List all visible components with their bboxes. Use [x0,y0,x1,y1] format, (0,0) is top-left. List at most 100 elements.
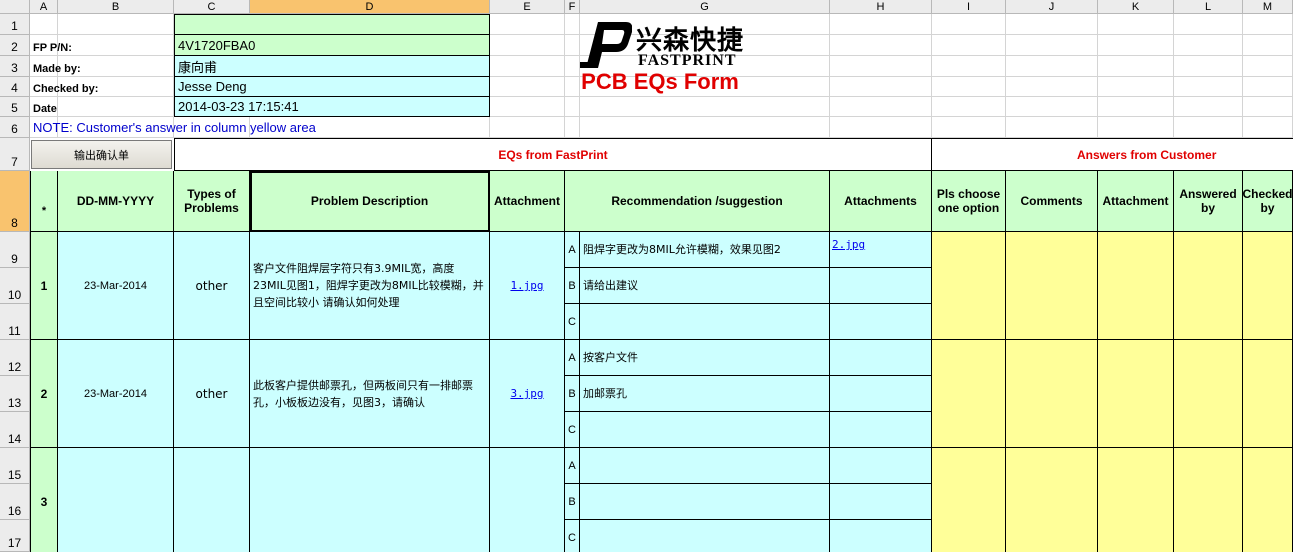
select-all-corner[interactable] [0,0,30,14]
grid-cell[interactable] [490,14,565,35]
column-header-b[interactable]: B [58,0,174,14]
eq-row-2-option-c-text[interactable] [580,412,830,448]
grid-cell[interactable] [1243,97,1293,117]
grid-cell[interactable] [932,77,1006,97]
eq-row-1-option-b-attachment-cell[interactable] [830,268,932,304]
grid-cell[interactable] [565,117,580,138]
row-header-8[interactable]: 8 [0,171,30,232]
eq-row-1-answer-comments[interactable] [1006,232,1098,340]
eq-row-2-option-c-attachment-cell[interactable] [830,412,932,448]
eq-row-2-answer-checked-by[interactable] [1243,340,1293,448]
row-header-9[interactable]: 9 [0,232,30,268]
row-header-12[interactable]: 12 [0,340,30,376]
grid-cell[interactable] [1174,77,1243,97]
eq-row-1-option-b-text[interactable]: 请给出建议 [580,268,830,304]
eq-row-1-option-c-attachment-cell[interactable] [830,304,932,340]
eq-row-1-option-a-attachment-cell[interactable]: 2.jpg [830,232,932,268]
eq-row-1-attachment-cell[interactable]: 1.jpg [490,232,565,340]
eq-row-3-answer-choose-option[interactable] [932,448,1006,552]
column-header-a[interactable]: A [30,0,58,14]
grid-cell[interactable] [1098,97,1174,117]
row-header-4[interactable]: 4 [0,77,30,97]
grid-cell[interactable] [580,97,830,117]
grid-cell[interactable] [1243,14,1293,35]
eq-row-2-answer-comments[interactable] [1006,340,1098,448]
eq-row-1-answer-choose-option[interactable] [932,232,1006,340]
eq-row-2-option-a-attachment-cell[interactable] [830,340,932,376]
grid-cell[interactable] [1174,56,1243,77]
column-header-j[interactable]: J [1006,0,1098,14]
eq-row-2-option-a-text[interactable]: 按客户文件 [580,340,830,376]
row-header-15[interactable]: 15 [0,448,30,484]
grid-cell[interactable] [1243,56,1293,77]
grid-cell[interactable] [830,77,932,97]
grid-cell[interactable] [1098,77,1174,97]
grid-cell[interactable] [1098,117,1174,138]
column-header-c[interactable]: C [174,0,250,14]
row-header-7[interactable]: 7 [0,138,30,171]
grid-cell[interactable] [1006,117,1098,138]
eq-row-1-answer-answered-by[interactable] [1174,232,1243,340]
grid-cell[interactable] [932,35,1006,56]
eq-row-3-option-a-attachment-cell[interactable] [830,448,932,484]
eq-row-2-option-b-attachment-cell[interactable] [830,376,932,412]
eq-row-3-date[interactable] [58,448,174,552]
grid-cell[interactable] [30,14,58,35]
grid-cell[interactable] [1174,14,1243,35]
eq-row-1-problem-description[interactable]: 客户文件阻焊层字符只有3.9MIL宽，高度23MIL见图1，阻焊字更改为8MIL… [250,232,490,340]
grid-cell[interactable] [932,14,1006,35]
eq-row-2-date[interactable]: 23-Mar-2014 [58,340,174,448]
column-header-i[interactable]: I [932,0,1006,14]
grid-cell[interactable] [1243,117,1293,138]
grid-cell[interactable] [1098,35,1174,56]
row-header-5[interactable]: 5 [0,97,30,117]
grid-cell[interactable] [1006,56,1098,77]
eq-row-3-type[interactable] [174,448,250,552]
row-header-1[interactable]: 1 [0,14,30,35]
row-header-2[interactable]: 2 [0,35,30,56]
info-top-cell[interactable] [174,14,490,35]
eq-row-2-attachment-cell[interactable]: 3.jpg [490,340,565,448]
grid-cell[interactable] [1174,97,1243,117]
row-header-3[interactable]: 3 [0,56,30,77]
checked-by-value-field[interactable]: Jesse Deng [174,77,490,97]
eq-row-2-answer-answered-by[interactable] [1174,340,1243,448]
eq-row-1-type[interactable]: other [174,232,250,340]
eq-row-3-answer-comments[interactable] [1006,448,1098,552]
grid-cell[interactable] [932,97,1006,117]
made-by-value-field[interactable]: 康向甫 [174,56,490,77]
eq-row-2-attachment-link[interactable]: 3.jpg [510,387,543,400]
eq-row-1-option-c-text[interactable] [580,304,830,340]
grid-cell[interactable] [830,117,932,138]
column-header-l[interactable]: L [1174,0,1243,14]
row-header-16[interactable]: 16 [0,484,30,520]
eq-row-3-option-c-attachment-cell[interactable] [830,520,932,552]
grid-cell[interactable] [1006,77,1098,97]
eq-row-3-option-b-attachment-cell[interactable] [830,484,932,520]
eq-row-3-answer-attachment[interactable] [1098,448,1174,552]
grid-cell[interactable] [1243,35,1293,56]
eq-row-3-attachment-cell[interactable] [490,448,565,552]
row-header-13[interactable]: 13 [0,376,30,412]
eq-row-1-attachment-link[interactable]: 1.jpg [510,279,543,292]
column-header-g[interactable]: G [580,0,830,14]
eq-row-2-option-b-text[interactable]: 加邮票孔 [580,376,830,412]
row-header-10[interactable]: 10 [0,268,30,304]
grid-cell[interactable] [565,97,580,117]
column-header-h[interactable]: H [830,0,932,14]
grid-cell[interactable] [490,97,565,117]
eq-row-2-problem-description[interactable]: 此板客户提供邮票孔，但两板间只有一排邮票孔，小板板边没有，见图3，请确认 [250,340,490,448]
grid-cell[interactable] [830,35,932,56]
column-header-e[interactable]: E [490,0,565,14]
grid-cell[interactable] [1006,35,1098,56]
grid-cell[interactable] [1174,117,1243,138]
grid-cell[interactable] [490,56,565,77]
eq-row-2-type[interactable]: other [174,340,250,448]
row-header-17[interactable]: 17 [0,520,30,552]
row-header-14[interactable]: 14 [0,412,30,448]
grid-cell[interactable] [1243,77,1293,97]
eq-row-1-answer-checked-by[interactable] [1243,232,1293,340]
column-header-m[interactable]: M [1243,0,1293,14]
grid-cell[interactable] [58,14,174,35]
grid-cell[interactable] [1006,97,1098,117]
